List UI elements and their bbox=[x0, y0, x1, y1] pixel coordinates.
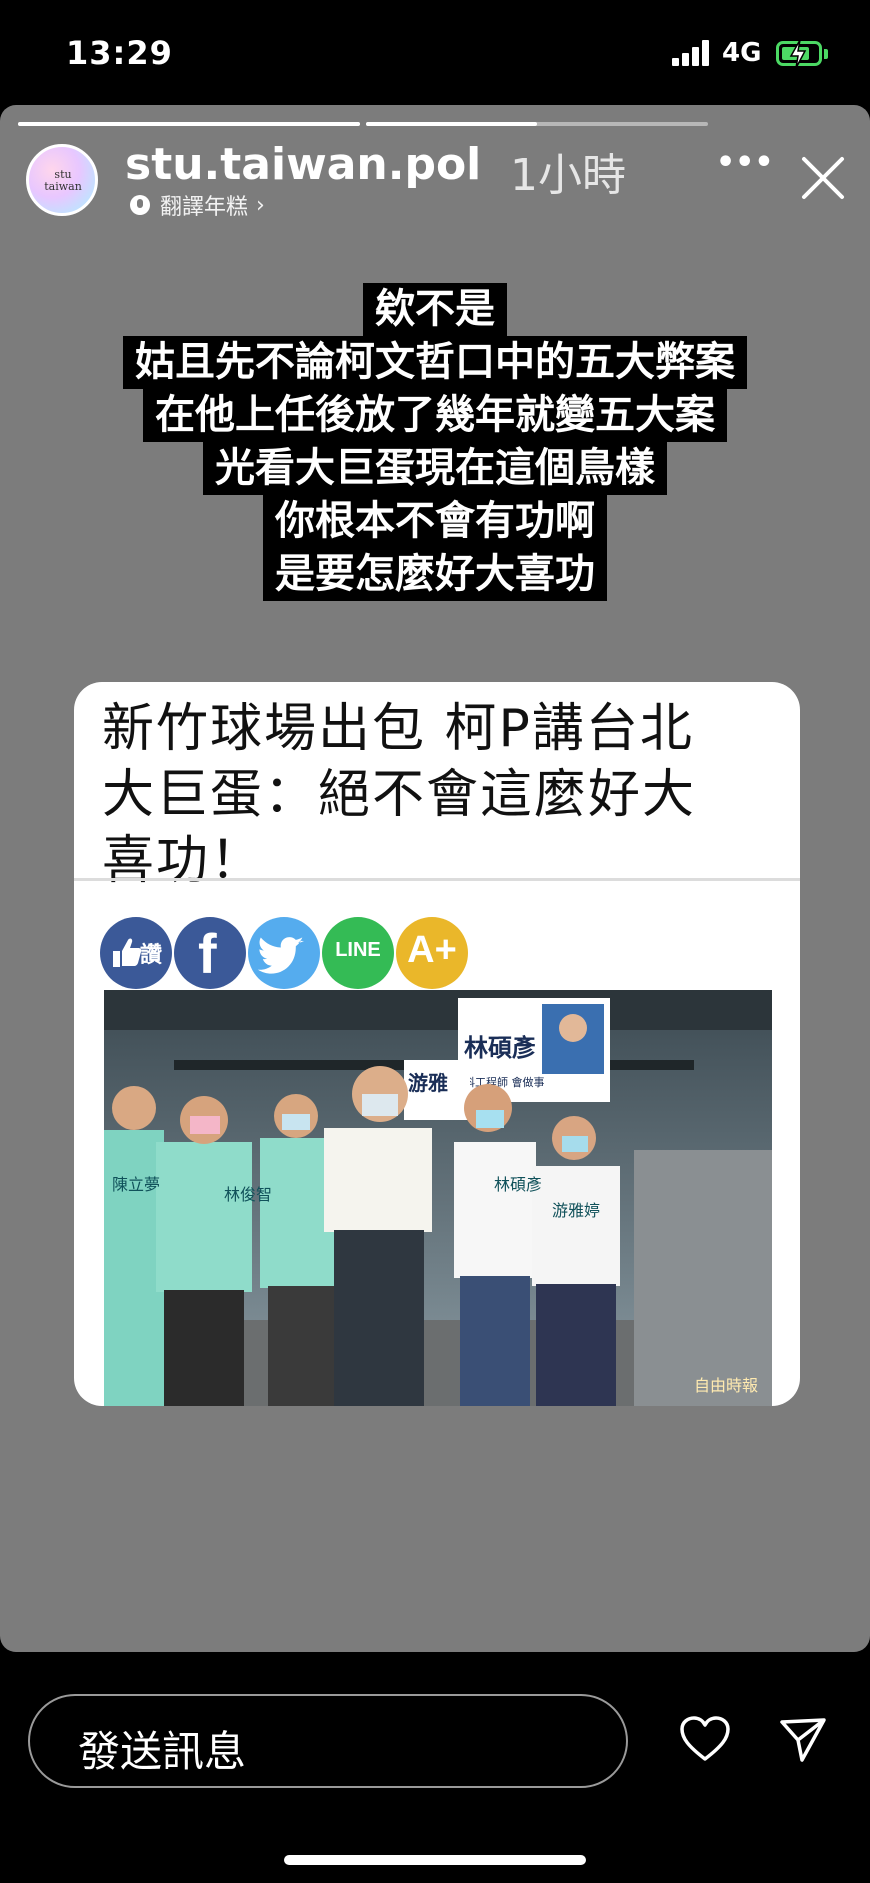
audio-icon bbox=[130, 195, 150, 215]
translate-link[interactable]: 翻譯年糕 › bbox=[128, 191, 265, 220]
like-label: 讚 bbox=[140, 943, 163, 968]
sash-name-2: 林俊智 bbox=[224, 1185, 272, 1204]
twitter-share-button[interactable] bbox=[248, 917, 320, 989]
status-bar: 13:29 4G bbox=[0, 0, 870, 104]
caption-line: 是要怎麼好大喜功 bbox=[263, 548, 607, 601]
username[interactable]: stu.taiwan.pol bbox=[125, 139, 481, 190]
caption-line: 姑且先不論柯文哲口中的五大弊案 bbox=[123, 336, 747, 389]
profile-avatar[interactable]: stu taiwan bbox=[26, 144, 98, 216]
caption-line: 你根本不會有功啊 bbox=[263, 495, 607, 548]
twitter-bird-icon bbox=[257, 937, 304, 974]
translate-label: 翻譯年糕 bbox=[160, 195, 249, 220]
post-time: 1小時 bbox=[510, 150, 626, 201]
avatar-logo-text: stu taiwan bbox=[44, 168, 82, 193]
headline-line: 喜功！ bbox=[102, 831, 265, 891]
sign-name-2: 游雅 bbox=[408, 1071, 448, 1095]
network-type: 4G bbox=[722, 38, 762, 68]
article-headline: 新竹球場出包 柯P講台北 大巨蛋：絕不會這麼好大 喜功！ bbox=[102, 696, 782, 894]
headline-line: 大巨蛋：絕不會這麼好大 bbox=[102, 765, 697, 825]
headline-line: 新竹球場出包 柯P講台北 bbox=[102, 699, 694, 759]
send-icon[interactable] bbox=[778, 1714, 828, 1764]
sign-subtitle: 科工程師 會做事 bbox=[464, 1075, 545, 1089]
caption-line: 在他上任後放了幾年就變五大案 bbox=[143, 389, 727, 442]
home-indicator[interactable] bbox=[284, 1855, 586, 1865]
story-progress-2 bbox=[366, 122, 708, 126]
close-icon[interactable] bbox=[800, 155, 846, 201]
sash-name-4: 游雅婷 bbox=[552, 1201, 600, 1220]
article-photo[interactable]: 林碩彥 科工程師 會做事 游雅 陳立夢 林俊智 林碩彥 游雅婷 自由時報 bbox=[104, 990, 772, 1406]
charging-bolt-icon bbox=[789, 39, 807, 69]
heart-icon[interactable] bbox=[680, 1716, 730, 1762]
story-view[interactable]: stu taiwan stu.taiwan.pol 1小時 翻譯年糕 › ••• … bbox=[0, 105, 870, 1652]
like-button[interactable]: 讚 bbox=[100, 917, 172, 989]
story-progress-1 bbox=[18, 122, 360, 126]
caption-line: 欸不是 bbox=[363, 283, 507, 336]
sash-name-3: 林碩彥 bbox=[494, 1175, 542, 1194]
status-time: 13:29 bbox=[66, 34, 173, 72]
message-placeholder: 發送訊息 bbox=[78, 1727, 247, 1776]
divider bbox=[74, 878, 800, 881]
more-options-button[interactable]: ••• bbox=[716, 145, 774, 180]
press-photo-illustration: 林碩彥 科工程師 會做事 游雅 陳立夢 林俊智 林碩彥 游雅婷 bbox=[104, 990, 772, 1406]
facebook-icon: f bbox=[198, 922, 217, 985]
facebook-share-button[interactable]: f bbox=[174, 917, 246, 989]
font-size-icon: A+ bbox=[407, 929, 457, 971]
news-article-card[interactable]: 新竹球場出包 柯P講台北 大巨蛋：絕不會這麼好大 喜功！ 讚 f LINE A+ bbox=[74, 682, 800, 1406]
caption-line: 光看大巨蛋現在這個鳥樣 bbox=[203, 442, 667, 495]
battery-tip bbox=[824, 49, 828, 59]
sign-name-1: 林碩彥 bbox=[464, 1034, 536, 1062]
send-message-input[interactable]: 發送訊息 bbox=[28, 1694, 628, 1788]
chevron-right-icon: › bbox=[256, 192, 265, 218]
font-size-button[interactable]: A+ bbox=[396, 917, 468, 989]
photo-watermark: 自由時報 bbox=[693, 1376, 758, 1395]
reply-bar: 發送訊息 bbox=[0, 1652, 870, 1883]
sash-name-1: 陳立夢 bbox=[112, 1175, 160, 1194]
signal-icon bbox=[672, 40, 712, 66]
story-caption: 欸不是 姑且先不論柯文哲口中的五大弊案 在他上任後放了幾年就變五大案 光看大巨蛋… bbox=[100, 283, 770, 601]
line-share-button[interactable]: LINE bbox=[322, 917, 394, 989]
line-icon: LINE bbox=[335, 939, 381, 961]
